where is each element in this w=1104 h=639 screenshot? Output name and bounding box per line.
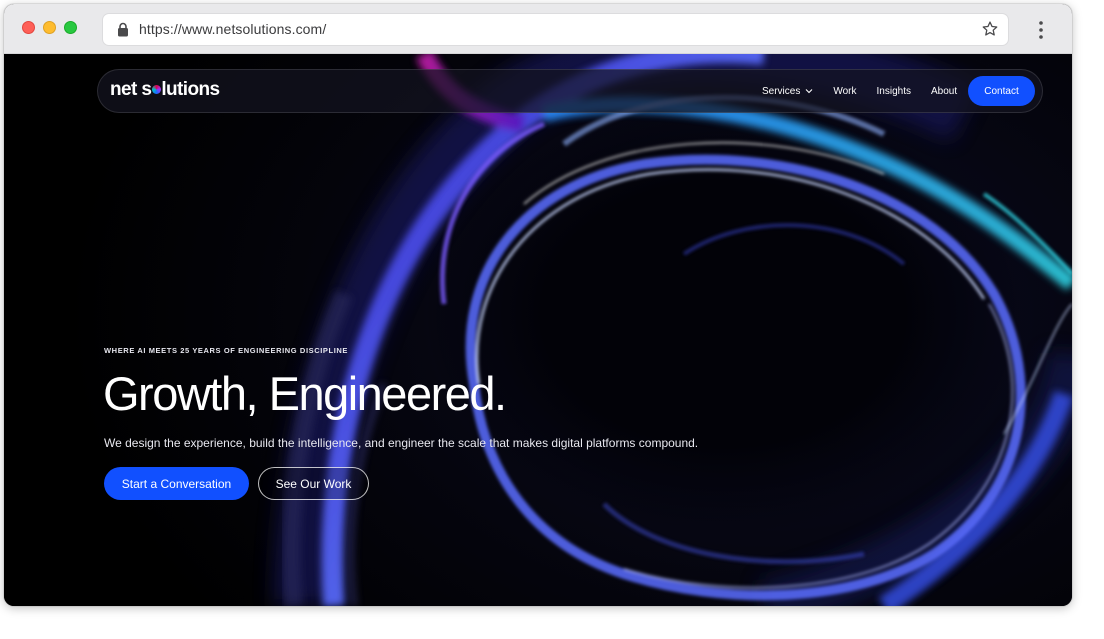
browser-window: https://www.netsolutions.com/ net s luti…	[4, 4, 1072, 606]
hero-subhead: We design the experience, build the inte…	[104, 436, 699, 450]
logo-text-end: lutions	[161, 79, 220, 100]
nav-item-services-label: Services	[762, 85, 801, 97]
nav-item-about[interactable]: About	[931, 86, 957, 97]
net-solutions-logo[interactable]: net s lutions	[110, 79, 220, 101]
star-icon[interactable]	[981, 20, 999, 38]
lock-icon	[118, 22, 128, 37]
contact-button[interactable]: Contact	[968, 76, 1035, 106]
close-window-button[interactable]	[22, 21, 35, 34]
hero-background-art	[274, 54, 1072, 606]
logo-o-dot-icon	[152, 85, 162, 94]
hero-headline: Growth, Engineered.	[103, 367, 507, 420]
page-viewport: net s lutions Services Work Insights Abou…	[4, 54, 1072, 606]
nav-item-insights[interactable]: Insights	[877, 86, 911, 97]
nav-item-services[interactable]: Services	[762, 86, 813, 97]
address-bar[interactable]: https://www.netsolutions.com/	[103, 14, 1008, 45]
kebab-menu-icon[interactable]	[1034, 20, 1048, 40]
chevron-down-icon	[805, 89, 813, 94]
url-text: https://www.netsolutions.com/	[139, 21, 327, 37]
zoom-window-button[interactable]	[64, 21, 77, 34]
see-our-work-button[interactable]: See Our Work	[258, 467, 369, 500]
hero-eyebrow: WHERE AI MEETS 25 YEARS OF ENGINEERING D…	[104, 346, 349, 355]
start-conversation-button[interactable]: Start a Conversation	[104, 467, 249, 500]
logo-text-start: net s	[110, 79, 152, 100]
nav-item-work[interactable]: Work	[833, 86, 856, 97]
browser-chrome: https://www.netsolutions.com/	[4, 4, 1072, 54]
nav-links: Services Work Insights About	[762, 69, 977, 113]
minimize-window-button[interactable]	[43, 21, 56, 34]
site-navigation-bar: net s lutions Services Work Insights Abou…	[97, 69, 1043, 113]
